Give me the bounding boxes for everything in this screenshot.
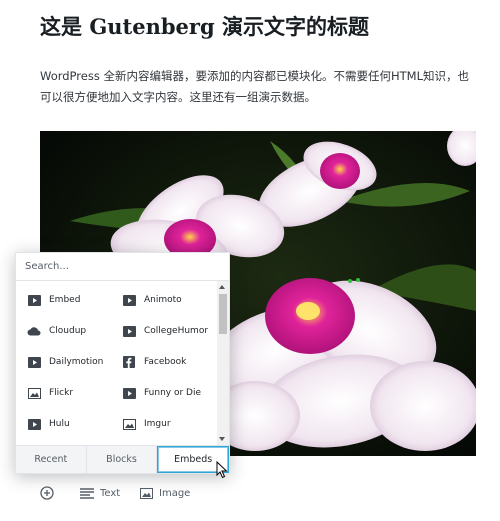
block-item-label: Imgur — [144, 419, 171, 429]
post-title[interactable]: 这是 Gutenberg 演示文字的标题 — [40, 12, 480, 42]
block-item-label: Facebook — [144, 357, 187, 367]
scroll-up-arrow-icon[interactable] — [219, 285, 225, 289]
tab-recent[interactable]: Recent — [16, 446, 87, 473]
block-item-label: Embed — [49, 295, 81, 305]
scroll-thumb[interactable] — [219, 294, 227, 334]
image-icon — [122, 417, 136, 431]
title-prefix: 这是 — [40, 14, 82, 39]
tab-blocks[interactable]: Blocks — [86, 446, 158, 473]
block-inserter-popover: Embed Animoto Cloudup CollegeHumor — [15, 252, 230, 474]
block-item-label: Flickr — [49, 388, 74, 398]
block-item-label: Animoto — [144, 295, 182, 305]
block-item-label: CollegeHumor — [144, 326, 209, 336]
mouse-cursor-icon — [216, 461, 228, 479]
video-embed-icon — [27, 417, 41, 431]
insert-image-button[interactable]: Image — [140, 482, 190, 504]
block-list: Embed Animoto Cloudup CollegeHumor Daily… — [16, 281, 216, 445]
facebook-icon — [122, 355, 136, 369]
block-item-animoto[interactable]: Animoto — [122, 290, 182, 310]
video-embed-icon — [27, 293, 41, 307]
block-item-label: Cloudup — [49, 326, 87, 336]
image-icon — [27, 386, 41, 400]
block-item-funny-or-die[interactable]: Funny or Die — [122, 383, 201, 403]
inserter-scrollbar[interactable] — [217, 281, 229, 445]
block-item-collegehumor[interactable]: CollegeHumor — [122, 321, 208, 341]
plus-circle-icon — [40, 486, 54, 500]
video-embed-icon — [122, 386, 136, 400]
image-button-label: Image — [159, 487, 191, 499]
scroll-down-arrow-icon[interactable] — [219, 437, 225, 441]
title-brand: Gutenberg — [89, 14, 215, 39]
inserter-tabs: Recent Blocks Embeds — [16, 445, 230, 473]
block-item-imgur[interactable]: Imgur — [122, 414, 171, 434]
block-item-facebook[interactable]: Facebook — [122, 352, 186, 372]
block-item-dailymotion[interactable]: Dailymotion — [27, 352, 103, 372]
video-embed-icon — [122, 324, 136, 338]
paragraph-block[interactable]: WordPress 全新内容编辑器，要添加的内容都已模块化。不需要任何HTML知… — [40, 66, 472, 108]
paragraph-lines-icon — [80, 487, 94, 499]
title-suffix: 演示文字的标题 — [221, 14, 369, 39]
block-item-embed[interactable]: Embed — [27, 290, 80, 310]
add-block-button[interactable] — [40, 482, 60, 504]
text-button-label: Text — [100, 487, 121, 499]
block-item-label: Dailymotion — [49, 357, 104, 367]
block-item-flickr[interactable]: Flickr — [27, 383, 73, 403]
search-input[interactable] — [16, 253, 229, 281]
video-embed-icon — [122, 293, 136, 307]
block-item-cloudup[interactable]: Cloudup — [27, 321, 86, 341]
block-item-label: Funny or Die — [144, 388, 202, 398]
block-item-label: Hulu — [49, 419, 70, 429]
image-icon — [140, 487, 153, 499]
video-embed-icon — [27, 355, 41, 369]
insert-text-button[interactable]: Text — [80, 482, 120, 504]
cloud-icon — [27, 324, 41, 338]
block-item-hulu[interactable]: Hulu — [27, 414, 70, 434]
